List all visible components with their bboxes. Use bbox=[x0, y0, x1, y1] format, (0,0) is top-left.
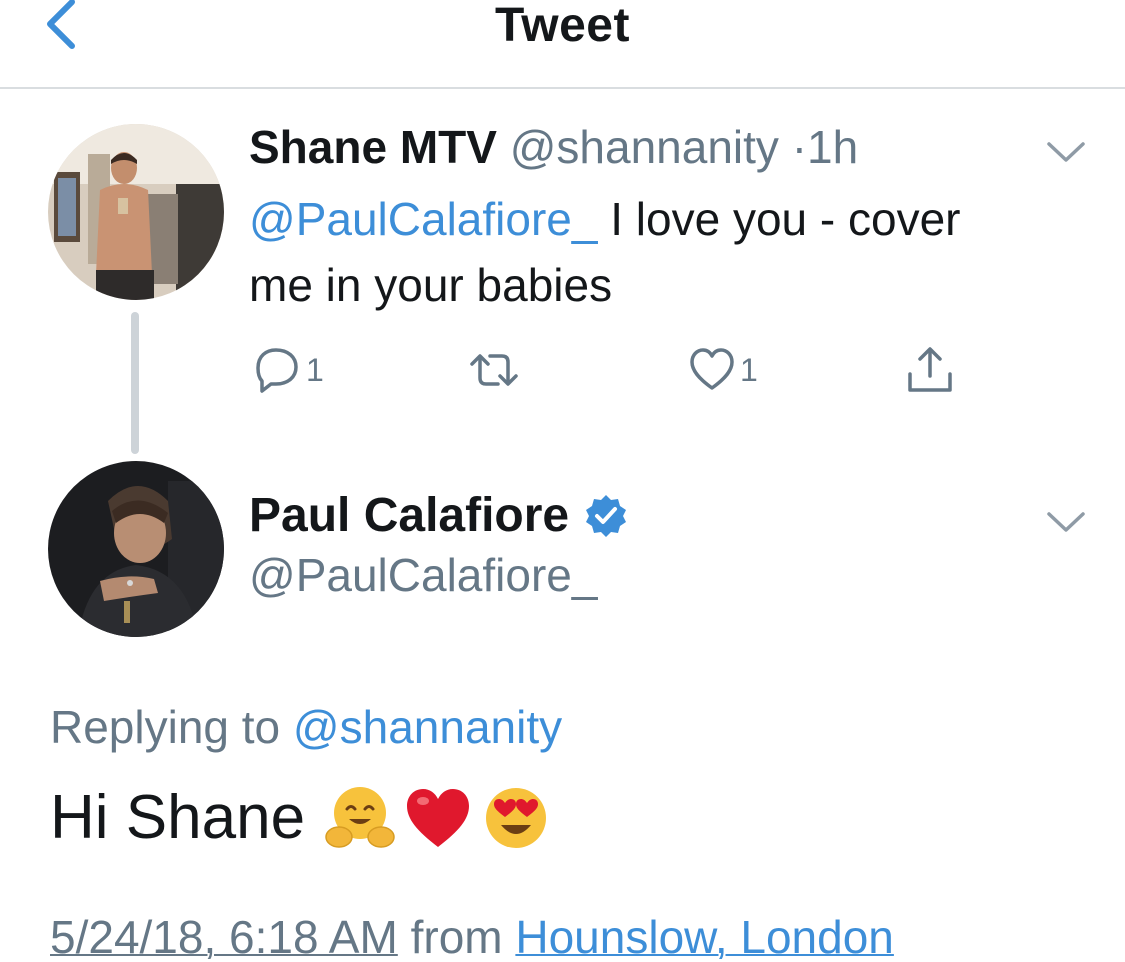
mention-link[interactable]: @PaulCalafiore_ bbox=[249, 193, 597, 245]
display-name-text: Paul Calafiore bbox=[249, 489, 570, 542]
tweet-text: Hi Shane bbox=[50, 782, 551, 853]
page-title: Tweet bbox=[495, 0, 630, 52]
nav-bar: Tweet bbox=[0, 0, 1125, 89]
share-button[interactable] bbox=[904, 344, 956, 396]
tweet-menu-button[interactable] bbox=[1046, 510, 1086, 536]
reply-count: 1 bbox=[306, 351, 324, 388]
display-name[interactable]: Shane MTV bbox=[249, 121, 497, 173]
display-name[interactable]: Paul Calafiore bbox=[249, 488, 629, 543]
tweet-body: Hi Shane bbox=[50, 783, 306, 852]
thread-connector bbox=[131, 312, 139, 454]
separator-dot: · bbox=[791, 121, 808, 173]
hugging-face-icon bbox=[325, 783, 395, 853]
avatar-image bbox=[48, 124, 224, 300]
from-label: from bbox=[397, 911, 516, 962]
like-button[interactable]: 1 bbox=[688, 344, 758, 396]
replying-to: Replying to @shannanity bbox=[50, 700, 562, 754]
retweet-button[interactable] bbox=[466, 344, 526, 396]
red-heart-icon bbox=[403, 783, 473, 853]
tweet-timestamp[interactable]: 5/24/18, 6:18 AM bbox=[50, 911, 398, 962]
share-icon bbox=[908, 347, 952, 392]
avatar-shane[interactable] bbox=[48, 124, 224, 300]
chevron-down-icon bbox=[1047, 512, 1085, 532]
user-handle[interactable]: @shannanity bbox=[510, 121, 779, 173]
retweet-icon bbox=[470, 354, 518, 386]
replying-prefix: Replying to bbox=[50, 701, 293, 753]
user-handle[interactable]: @PaulCalafiore_ bbox=[249, 548, 597, 602]
chevron-down-icon bbox=[1047, 142, 1085, 162]
reply-icon bbox=[256, 348, 298, 393]
heart-outline-icon bbox=[690, 348, 734, 390]
heart-eyes-icon bbox=[481, 783, 551, 853]
avatar-paul[interactable] bbox=[48, 461, 224, 637]
tweet-header: Shane MTV @shannanity ·1h bbox=[249, 120, 858, 174]
verified-badge-icon bbox=[583, 493, 629, 539]
tweet-footer: 5/24/18, 6:18 AM from Hounslow, London bbox=[50, 910, 894, 962]
like-count: 1 bbox=[740, 351, 758, 388]
reply-button[interactable]: 1 bbox=[250, 344, 324, 396]
tweet-time: 1h bbox=[807, 121, 859, 173]
avatar-image bbox=[48, 461, 224, 637]
location-link[interactable]: Hounslow, London bbox=[515, 911, 894, 962]
tweet-text: @PaulCalafiore_ I love you - cover me in… bbox=[249, 186, 1009, 318]
tweet-menu-button[interactable] bbox=[1046, 140, 1086, 166]
replying-handle-link[interactable]: @shannanity bbox=[293, 701, 562, 753]
